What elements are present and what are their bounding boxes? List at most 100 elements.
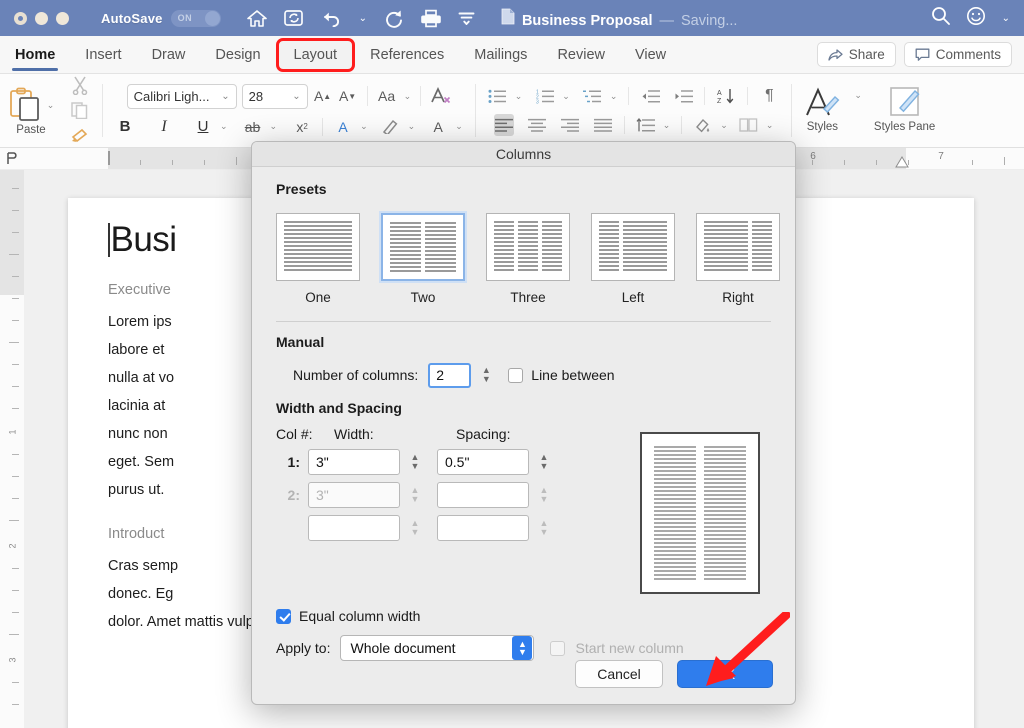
tab-mailings[interactable]: Mailings <box>459 36 542 74</box>
row-1-width-input[interactable]: 3" <box>308 449 400 475</box>
apply-to-select[interactable]: Whole document ▲▼ <box>340 635 534 661</box>
tab-insert[interactable]: Insert <box>70 36 136 74</box>
vruler-mark-3: 3 <box>7 657 17 662</box>
tab-layout[interactable]: Layout <box>276 38 356 72</box>
strikethrough-dropdown-icon[interactable]: ⌄ <box>270 121 278 132</box>
numbered-list-icon[interactable]: 123 <box>535 85 555 107</box>
tab-home[interactable]: Home <box>0 36 70 74</box>
multilevel-list-dropdown-icon[interactable]: ⌄ <box>610 91 618 102</box>
right-indent-marker[interactable] <box>894 156 910 170</box>
decrease-indent-icon[interactable] <box>640 85 660 107</box>
maximize-window-button[interactable] <box>56 12 69 25</box>
cut-icon[interactable] <box>70 75 90 97</box>
sort-icon[interactable]: AZ <box>716 85 736 107</box>
grow-font-icon[interactable]: A▲ <box>313 85 333 107</box>
print-icon[interactable] <box>421 9 441 28</box>
align-right-icon[interactable] <box>560 114 580 136</box>
account-dropdown-icon[interactable]: ⌄ <box>1002 13 1010 24</box>
superscript-button[interactable]: x2 <box>292 116 312 138</box>
autosave-toggle[interactable]: ON <box>171 10 221 27</box>
tab-stop-selector[interactable] <box>4 150 20 170</box>
bullet-list-dropdown-icon[interactable]: ⌄ <box>515 91 523 102</box>
home-icon[interactable] <box>247 9 267 28</box>
tab-design[interactable]: Design <box>200 36 275 74</box>
copy-icon[interactable] <box>70 100 90 122</box>
justify-icon[interactable] <box>593 114 613 136</box>
paragraph-group: ⌄ 123 ⌄ ⌄ AZ <box>480 74 788 147</box>
bullet-list-icon[interactable] <box>488 85 508 107</box>
bold-button[interactable]: B <box>115 116 135 138</box>
smiley-account-icon[interactable] <box>966 6 986 31</box>
minimize-window-button[interactable] <box>35 12 48 25</box>
change-case-dropdown-icon[interactable]: ⌄ <box>404 91 412 102</box>
align-center-icon[interactable] <box>527 114 547 136</box>
align-left-icon[interactable] <box>494 114 514 136</box>
number-of-columns-stepper[interactable]: ▲▼ <box>478 362 494 388</box>
preset-left[interactable]: Left <box>591 213 675 305</box>
strikethrough-button[interactable]: ab <box>243 116 263 138</box>
row-2-spacing-stepper: ▲▼ <box>536 482 552 508</box>
styles-button[interactable]: Styles <box>804 86 840 134</box>
document-name[interactable]: Business Proposal <box>522 13 653 29</box>
font-color-button[interactable]: A <box>428 116 448 138</box>
font-color-dropdown-icon[interactable]: ⌄ <box>455 121 463 132</box>
italic-button[interactable]: I <box>154 116 174 138</box>
multilevel-list-icon[interactable] <box>583 85 603 107</box>
increase-indent-icon[interactable] <box>673 85 693 107</box>
change-case-icon[interactable]: Aa <box>377 85 397 107</box>
row-1-spacing-input[interactable]: 0.5" <box>437 449 529 475</box>
redo-icon[interactable] <box>384 9 404 28</box>
row-1-spacing-stepper[interactable]: ▲▼ <box>536 449 552 475</box>
font-name-combo[interactable]: Calibri Ligh... ⌄ <box>127 84 237 109</box>
close-window-button[interactable] <box>14 12 27 25</box>
font-size-combo[interactable]: 28 ⌄ <box>242 84 308 109</box>
preset-one[interactable]: One <box>276 213 360 305</box>
undo-icon[interactable] <box>321 9 342 27</box>
tab-view[interactable]: View <box>620 36 681 74</box>
borders-icon[interactable] <box>739 114 759 136</box>
paste-group[interactable]: ⌄ Paste <box>0 74 62 147</box>
show-formatting-marks-icon[interactable]: ¶ <box>759 85 779 107</box>
line-spacing-dropdown-icon[interactable]: ⌄ <box>663 120 671 131</box>
numbered-list-dropdown-icon[interactable]: ⌄ <box>562 91 570 102</box>
customize-toolbar-icon[interactable] <box>458 11 475 25</box>
clear-formatting-icon[interactable] <box>430 85 451 107</box>
line-spacing-icon[interactable] <box>636 114 656 136</box>
comment-bubble-icon <box>915 48 930 62</box>
tab-references[interactable]: References <box>355 36 459 74</box>
preset-right[interactable]: Right <box>696 213 780 305</box>
comments-button[interactable]: Comments <box>904 42 1012 67</box>
format-painter-icon[interactable] <box>70 125 90 147</box>
tab-review[interactable]: Review <box>542 36 620 74</box>
undo-dropdown-icon[interactable]: ⌄ <box>359 13 367 24</box>
window-controls[interactable] <box>14 12 69 25</box>
text-highlight-button[interactable]: A <box>333 116 353 138</box>
search-icon[interactable] <box>931 6 950 30</box>
shading-icon[interactable] <box>693 114 713 136</box>
line-between-checkbox[interactable] <box>508 368 523 383</box>
shrink-font-icon[interactable]: A▼ <box>338 85 358 107</box>
text-highlight-dropdown-icon[interactable]: ⌄ <box>360 121 368 132</box>
paste-dropdown-icon[interactable]: ⌄ <box>47 100 55 111</box>
ruler-left-margin-marker[interactable] <box>108 151 110 165</box>
preset-three[interactable]: Three <box>486 213 570 305</box>
borders-dropdown-icon[interactable]: ⌄ <box>766 120 774 131</box>
share-button[interactable]: Share <box>817 42 896 67</box>
styles-pane-button[interactable]: Styles Pane <box>874 86 935 134</box>
styles-dropdown-icon[interactable]: ⌄ <box>854 90 862 101</box>
sync-share-icon[interactable] <box>284 9 304 27</box>
shading-dropdown-icon[interactable]: ⌄ <box>720 120 728 131</box>
underline-button[interactable]: U <box>193 116 213 138</box>
vertical-ruler[interactable]: 1 2 3 <box>0 170 24 728</box>
pen-icon[interactable] <box>381 116 401 138</box>
equal-column-width-checkbox[interactable] <box>276 609 291 624</box>
pen-dropdown-icon[interactable]: ⌄ <box>408 121 416 132</box>
preset-two[interactable]: Two <box>381 213 465 305</box>
underline-dropdown-icon[interactable]: ⌄ <box>220 121 228 132</box>
number-of-columns-input[interactable]: 2 <box>428 363 471 388</box>
underline-label: U <box>198 118 209 135</box>
vruler-mark-2: 2 <box>7 543 17 548</box>
cancel-button[interactable]: Cancel <box>575 660 663 688</box>
tab-draw[interactable]: Draw <box>137 36 201 74</box>
row-1-width-stepper[interactable]: ▲▼ <box>407 449 423 475</box>
